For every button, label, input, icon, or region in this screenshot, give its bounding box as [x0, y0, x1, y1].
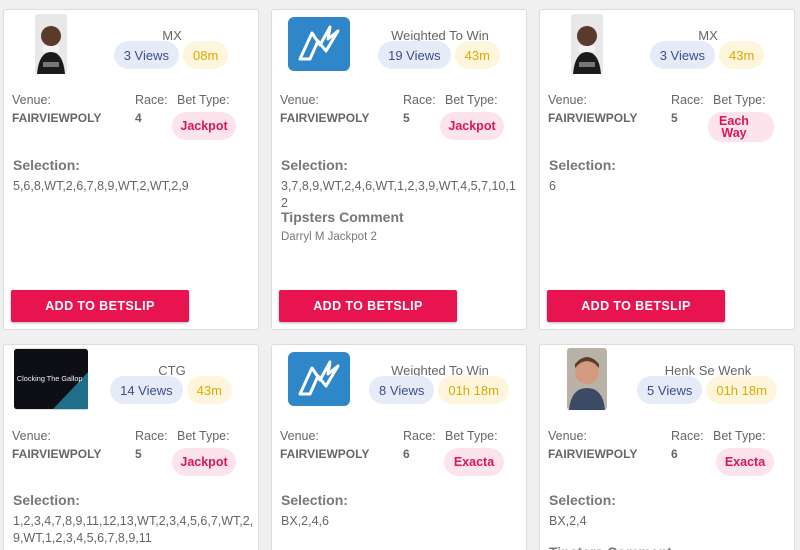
tip-card: MX 3 Views 43m Venue: FAIRVIEWPOLY Race:… — [539, 9, 795, 330]
bet-type-badge: Jackpot — [172, 112, 236, 140]
race-value: 5 — [403, 111, 410, 125]
views-badge: 3 Views — [649, 41, 715, 69]
selection-title: Selection: — [13, 492, 80, 508]
selection-title: Selection: — [281, 157, 348, 173]
time-badge: 01h 18m — [438, 376, 509, 404]
race-value: 5 — [135, 447, 142, 461]
bet-type-badge: Exacta — [444, 448, 504, 476]
venue-label: Venue: — [280, 429, 319, 443]
views-badge: 3 Views — [113, 41, 179, 69]
tip-card: Clocking The Gallop CTG 14 Views 43m Ven… — [3, 344, 259, 550]
clocking-the-gallop-logo: Clocking The Gallop — [14, 348, 88, 410]
stats-row: 8 Views 01h 18m — [360, 376, 518, 404]
tip-card: MX 3 Views 08m Venue: FAIRVIEWPOLY Race:… — [3, 9, 259, 330]
avatar[interactable] — [550, 14, 624, 74]
bet-type-label: Bet Type: — [713, 429, 766, 443]
venue-value: FAIRVIEWPOLY — [12, 111, 102, 125]
venue-label: Venue: — [12, 429, 51, 443]
add-to-betslip-button[interactable]: ADD TO BETSLIP — [547, 290, 725, 322]
bet-type-badge: Jackpot — [440, 112, 504, 140]
selection-title: Selection: — [13, 157, 80, 173]
tip-card: Henk Se Wenk 5 Views 01h 18m Venue: FAIR… — [539, 344, 795, 550]
bet-type-label: Bet Type: — [445, 429, 498, 443]
views-badge: 8 Views — [369, 376, 435, 404]
race-label: Race: — [671, 93, 704, 107]
venue-label: Venue: — [548, 429, 587, 443]
selection-value: 6 — [549, 179, 556, 193]
race-label: Race: — [671, 429, 704, 443]
selection-value: BX,2,4,6 — [281, 514, 329, 528]
venue-value: FAIRVIEWPOLY — [12, 447, 102, 461]
time-badge: 43m — [186, 376, 232, 404]
race-label: Race: — [135, 93, 168, 107]
selection-value: 1,2,3,4,7,8,9,11,12,13,WT,2,3,4,5,6,7,WT… — [13, 514, 254, 545]
selection-value: BX,2,4 — [549, 514, 587, 528]
avatar[interactable] — [282, 349, 356, 409]
avatar[interactable]: Clocking The Gallop — [14, 348, 88, 410]
time-badge: 01h 18m — [706, 376, 777, 404]
person-photo-icon — [571, 14, 603, 74]
selection-title: Selection: — [281, 492, 348, 508]
venue-value: FAIRVIEWPOLY — [548, 111, 638, 125]
selection-title: Selection: — [549, 157, 616, 173]
race-label: Race: — [135, 429, 168, 443]
views-badge: 5 Views — [637, 376, 703, 404]
venue-value: FAIRVIEWPOLY — [280, 111, 370, 125]
horse-logo-icon — [288, 17, 350, 71]
bet-type-badge: Exacta — [716, 448, 774, 476]
venue-value: FAIRVIEWPOLY — [280, 447, 370, 461]
bet-type-badge: Each Way — [708, 112, 774, 142]
race-label: Race: — [403, 93, 436, 107]
avatar[interactable] — [282, 14, 356, 74]
race-value: 5 — [671, 111, 678, 125]
selection-title: Selection: — [549, 492, 616, 508]
tip-card: Weighted To Win 19 Views 43m Venue: FAIR… — [271, 9, 527, 330]
selection-value: 3,7,8,9,WT,2,4,6,WT,1,2,3,9,WT,4,5,7,10,… — [281, 179, 516, 210]
venue-label: Venue: — [280, 93, 319, 107]
bet-type-label: Bet Type: — [445, 93, 498, 107]
comment-value: Darryl M Jackpot 2 — [281, 231, 377, 243]
race-value: 6 — [403, 447, 410, 461]
time-badge: 43m — [719, 41, 765, 69]
person-photo-icon — [567, 348, 607, 410]
race-value: 4 — [135, 111, 142, 125]
views-badge: 14 Views — [110, 376, 183, 404]
time-badge: 08m — [183, 41, 229, 69]
time-badge: 43m — [454, 41, 500, 69]
bet-type-label: Bet Type: — [177, 93, 230, 107]
person-photo-icon — [35, 14, 67, 74]
selection-value: 5,6,8,WT,2,6,7,8,9,WT,2,WT,2,9 — [13, 179, 189, 193]
stats-row: 19 Views 43m — [360, 41, 518, 69]
stats-row: 5 Views 01h 18m — [628, 376, 786, 404]
add-to-betslip-button[interactable]: ADD TO BETSLIP — [11, 290, 189, 322]
svg-text:Clocking The Gallop: Clocking The Gallop — [17, 374, 83, 383]
venue-value: FAIRVIEWPOLY — [548, 447, 638, 461]
views-badge: 19 Views — [378, 41, 451, 69]
venue-label: Venue: — [12, 93, 51, 107]
horse-logo-icon — [288, 352, 350, 406]
tip-card: Weighted To Win 8 Views 01h 18m Venue: F… — [271, 344, 527, 550]
add-to-betslip-button[interactable]: ADD TO BETSLIP — [279, 290, 457, 322]
bet-type-label: Bet Type: — [713, 93, 766, 107]
race-label: Race: — [403, 429, 436, 443]
bet-type-label: Bet Type: — [177, 429, 230, 443]
comment-title: Tipsters Comment — [549, 544, 672, 550]
venue-label: Venue: — [548, 93, 587, 107]
stats-row: 14 Views 43m — [92, 376, 250, 404]
race-value: 6 — [671, 447, 678, 461]
avatar[interactable] — [550, 348, 624, 410]
comment-title: Tipsters Comment — [281, 209, 404, 225]
stats-row: 3 Views 08m — [92, 41, 250, 69]
stats-row: 3 Views 43m — [628, 41, 786, 69]
bet-type-badge: Jackpot — [172, 448, 236, 476]
avatar[interactable] — [14, 14, 88, 74]
